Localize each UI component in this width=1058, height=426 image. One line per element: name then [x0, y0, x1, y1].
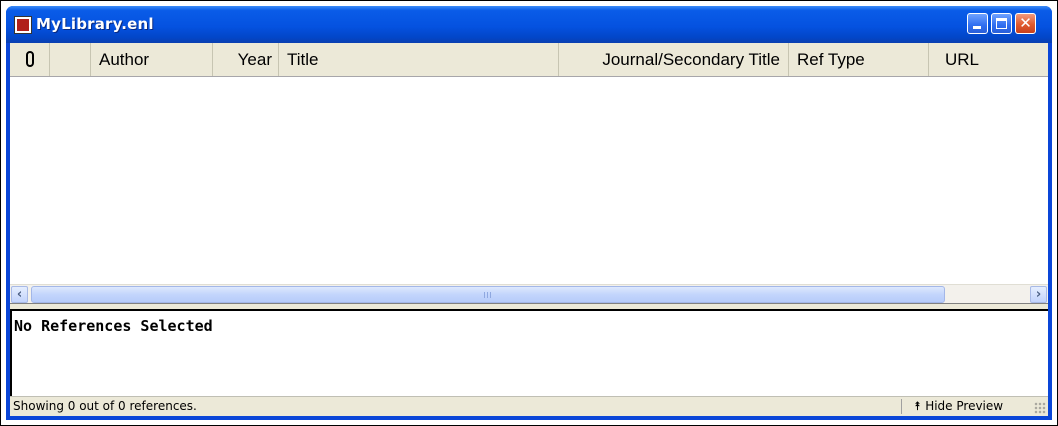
- minimize-icon: [973, 26, 981, 29]
- scroll-left-button[interactable]: ‹: [11, 286, 28, 303]
- close-icon: ✕: [1019, 14, 1032, 32]
- title-bar[interactable]: MyLibrary.enl ✕: [6, 6, 1052, 43]
- maximize-icon: [996, 18, 1007, 29]
- column-header-attachment[interactable]: [10, 43, 50, 76]
- column-header-ref-type[interactable]: Ref Type: [789, 43, 929, 76]
- close-button[interactable]: ✕: [1015, 13, 1036, 34]
- column-header-row: Author Year Title Journal/Secondary Titl…: [10, 43, 1048, 77]
- hide-preview-button[interactable]: ⯭ Hide Preview: [914, 398, 1003, 416]
- maximize-button[interactable]: [991, 13, 1012, 34]
- column-header-author[interactable]: Author: [91, 43, 213, 76]
- endnote-app-icon[interactable]: [14, 16, 32, 34]
- reference-list[interactable]: [10, 77, 1048, 284]
- window-title: MyLibrary.enl: [36, 15, 154, 33]
- column-header-pdf[interactable]: [50, 43, 91, 76]
- app-window: MyLibrary.enl ✕ Author Year Title Journa…: [6, 6, 1052, 420]
- status-bar: Showing 0 out of 0 references. ⯭ Hide Pre…: [10, 396, 1048, 416]
- paperclip-icon: [26, 51, 34, 67]
- preview-splitter[interactable]: [10, 303, 1048, 311]
- chevron-left-icon: ‹: [16, 287, 23, 302]
- minimize-button[interactable]: [967, 13, 988, 34]
- arrow-up-icon: ⯭: [914, 399, 922, 413]
- library-client-area: Author Year Title Journal/Secondary Titl…: [10, 43, 1048, 416]
- preview-message: No References Selected: [14, 317, 213, 335]
- column-header-year[interactable]: Year: [213, 43, 279, 76]
- hide-preview-label: Hide Preview: [925, 399, 1004, 413]
- column-header-title[interactable]: Title: [279, 43, 559, 76]
- column-header-journal[interactable]: Journal/Secondary Title: [559, 43, 789, 76]
- resize-grip-icon[interactable]: [1034, 402, 1046, 414]
- horizontal-scrollbar[interactable]: ‹ ›: [10, 284, 1048, 303]
- scroll-right-button[interactable]: ›: [1030, 286, 1047, 303]
- preview-pane[interactable]: No References Selected: [10, 311, 1048, 396]
- column-header-url[interactable]: URL: [929, 43, 1048, 76]
- scroll-thumb[interactable]: [31, 286, 945, 303]
- chevron-right-icon: ›: [1035, 287, 1042, 302]
- screenshot-frame: MyLibrary.enl ✕ Author Year Title Journa…: [0, 0, 1058, 426]
- status-divider: [901, 399, 902, 414]
- status-text: Showing 0 out of 0 references.: [13, 399, 197, 413]
- thumb-grip-icon: [484, 292, 493, 298]
